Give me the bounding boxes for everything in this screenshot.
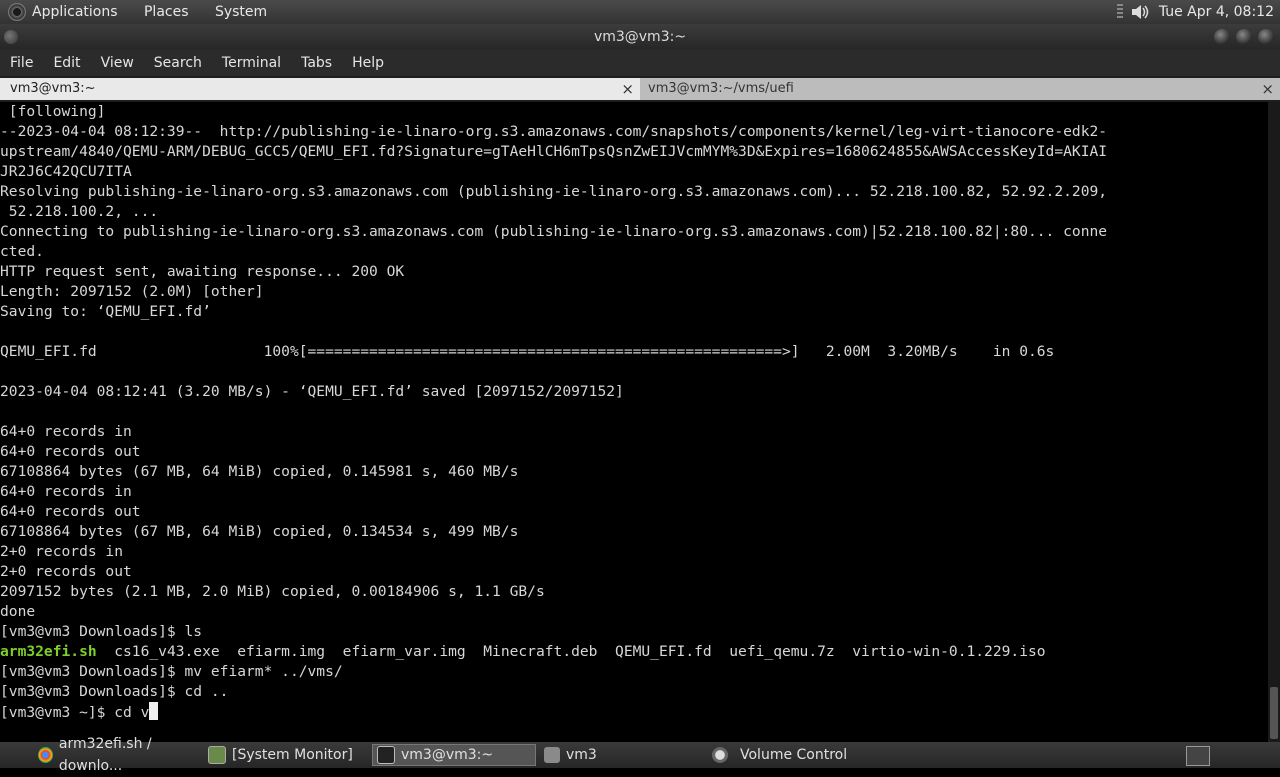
task-system-monitor[interactable]: [System Monitor] [208, 744, 370, 766]
terminal-prompt-line: [vm3@vm3 ~]$ cd v [0, 702, 1268, 722]
terminal-line: [vm3@vm3 Downloads]$ ls [0, 623, 203, 640]
tab-close-icon[interactable]: × [1261, 78, 1274, 100]
file-list: cs16_v43.exe efiarm.img efiarm_var.img M… [96, 643, 1046, 660]
terminal-line: [following] [0, 103, 106, 120]
window-menu-button[interactable] [4, 30, 18, 44]
terminal-line: Saving to: ‘QEMU_EFI.fd’ [0, 303, 211, 320]
menu-view[interactable]: View [91, 55, 144, 71]
tab-uefi[interactable]: vm3@vm3:~/vms/uefi × [640, 78, 1280, 100]
panel-grip-icon [1116, 4, 1123, 20]
tab-close-icon[interactable]: × [621, 78, 634, 100]
terminal-line: 2097152 bytes (2.1 MB, 2.0 MiB) copied, … [0, 583, 545, 600]
terminal-line: JR2J6C42QCU7ITA [0, 163, 132, 180]
terminal-line: 2+0 records in [0, 543, 124, 560]
task-label: [System Monitor] [232, 747, 353, 763]
task-chrome[interactable]: arm32efi.sh / downlo... [38, 736, 208, 774]
folder-icon [544, 747, 560, 763]
task-volume-control[interactable]: Volume Control [712, 744, 882, 766]
speaker-icon[interactable] [1129, 2, 1151, 22]
distro-logo-icon[interactable] [8, 3, 26, 21]
menu-file[interactable]: File [0, 55, 43, 71]
tab-bar: vm3@vm3:~ × vm3@vm3:~/vms/uefi × [0, 76, 1280, 102]
menu-search[interactable]: Search [144, 55, 212, 71]
tab-label: vm3@vm3:~/vms/uefi [648, 81, 794, 96]
window-titlebar[interactable]: vm3@vm3:~ [0, 24, 1280, 50]
terminal-line: Connecting to publishing-ie-linaro-org.s… [0, 223, 1108, 240]
places-menu[interactable]: Places [144, 4, 189, 20]
terminal-line: 52.218.100.2, ... [0, 203, 159, 220]
bottom-taskbar: arm32efi.sh / downlo... [System Monitor]… [0, 736, 1280, 774]
minimize-button[interactable] [1214, 29, 1230, 45]
menu-terminal[interactable]: Terminal [212, 55, 291, 71]
volume-icon [712, 747, 728, 763]
maximize-button[interactable] [1236, 29, 1252, 45]
top-menus: Applications Places System [32, 4, 289, 20]
executable-filename: arm32efi.sh [0, 643, 97, 660]
terminal-scrollbar[interactable] [1268, 102, 1280, 742]
terminal-line: --2023-04-04 08:12:39-- http://publishin… [0, 123, 1108, 140]
terminal-line: Resolving publishing-ie-linaro-org.s3.am… [0, 183, 1108, 200]
show-desktop-icon[interactable] [1186, 746, 1210, 766]
terminal-line: Length: 2097152 (2.0M) [other] [0, 283, 264, 300]
menu-edit[interactable]: Edit [43, 55, 90, 71]
terminal-line: cted. [0, 243, 44, 260]
menu-help[interactable]: Help [342, 55, 394, 71]
task-label: vm3 [566, 747, 597, 763]
terminal-output[interactable]: [following] --2023-04-04 08:12:39-- http:… [0, 102, 1268, 742]
task-label: Volume Control [740, 747, 848, 763]
menu-tabs[interactable]: Tabs [291, 55, 342, 71]
terminal-line: 64+0 records in [0, 423, 132, 440]
window-controls [1214, 29, 1274, 45]
tab-home[interactable]: vm3@vm3:~ × [0, 78, 640, 100]
text-cursor [149, 702, 159, 720]
close-button[interactable] [1258, 29, 1274, 45]
applications-menu[interactable]: Applications [32, 4, 118, 20]
chrome-icon [38, 747, 53, 763]
terminal-line: 64+0 records in [0, 483, 132, 500]
window-title: vm3@vm3:~ [593, 29, 687, 45]
terminal-line: upstream/4840/QEMU-ARM/DEBUG_GCC5/QEMU_E… [0, 143, 1108, 160]
top-panel: Applications Places System Tue Apr 4, 08… [0, 0, 1280, 24]
terminal-line: 67108864 bytes (67 MB, 64 MiB) copied, 0… [0, 463, 519, 480]
terminal-line: QEMU_EFI.fd 100%[=======================… [0, 343, 1055, 360]
panel-tray: Tue Apr 4, 08:12 [1116, 2, 1280, 22]
terminal-line: 64+0 records out [0, 503, 141, 520]
clock[interactable]: Tue Apr 4, 08:12 [1159, 4, 1274, 20]
terminal-line: done [0, 603, 36, 620]
terminal-line-ls-output: arm32efi.sh cs16_v43.exe efiarm.img efia… [0, 642, 1268, 662]
terminal-line: 64+0 records out [0, 443, 141, 460]
terminal-line: 2023-04-04 08:12:41 (3.20 MB/s) - ‘QEMU_… [0, 383, 624, 400]
task-folder[interactable]: vm3 [544, 744, 704, 766]
terminal-line: [vm3@vm3 Downloads]$ cd .. [0, 683, 229, 700]
terminal-icon [377, 746, 395, 764]
scrollbar-thumb[interactable] [1270, 687, 1278, 739]
task-label: vm3@vm3:~ [401, 747, 494, 763]
task-terminal[interactable]: vm3@vm3:~ [372, 744, 536, 766]
task-label: arm32efi.sh / downlo... [58, 736, 152, 774]
terminal-line: [vm3@vm3 Downloads]$ mv efiarm* ../vms/ [0, 663, 343, 680]
tab-label: vm3@vm3:~ [10, 81, 96, 96]
terminal-line: HTTP request sent, awaiting response... … [0, 263, 405, 280]
system-monitor-icon [208, 746, 226, 764]
terminal-line: 67108864 bytes (67 MB, 64 MiB) copied, 0… [0, 523, 519, 540]
terminal-menubar: File Edit View Search Terminal Tabs Help [0, 50, 1280, 76]
system-menu[interactable]: System [215, 4, 267, 20]
terminal-line: 2+0 records out [0, 563, 132, 580]
